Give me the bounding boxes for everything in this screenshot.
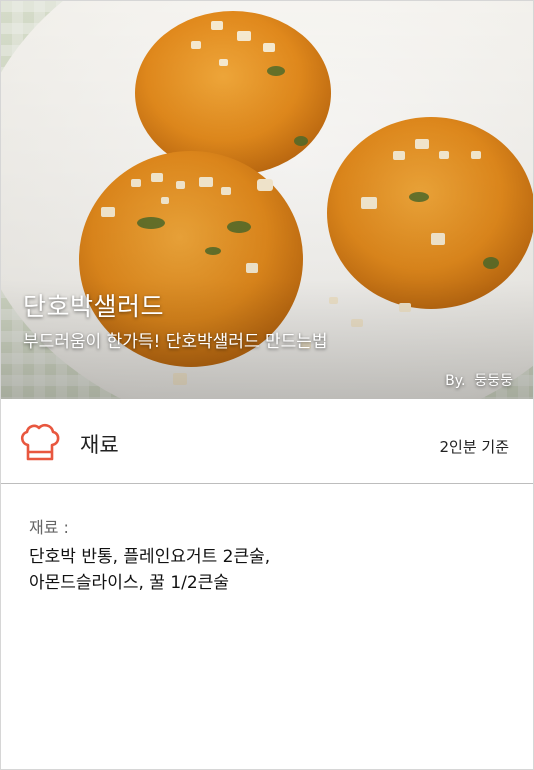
chef-hat-icon	[20, 423, 60, 461]
recipe-author[interactable]: By. 둥둥둥	[445, 370, 513, 390]
ingredients-label: 재료 :	[29, 518, 69, 537]
recipe-hero-image: 단호박샐러드 부드러움이 한가득! 단호박샐러드 만드는법 By. 둥둥둥	[1, 1, 533, 399]
recipe-title: 단호박샐러드	[23, 292, 165, 321]
ingredient-line: 아몬드슬라이스, 꿀 1/2큰술	[29, 573, 229, 593]
recipe-card: 단호박샐러드 부드러움이 한가득! 단호박샐러드 만드는법 By. 둥둥둥 재료…	[0, 0, 534, 770]
ingredients-header: 재료 2인분 기준	[1, 399, 533, 484]
recipe-subtitle: 부드러움이 한가득! 단호박샐러드 만드는법	[23, 332, 328, 352]
serving-size: 2인분 기준	[439, 438, 509, 456]
ingredient-line: 단호박 반통, 플레인요거트 2큰술,	[29, 547, 271, 567]
ingredients-title: 재료	[80, 433, 119, 457]
